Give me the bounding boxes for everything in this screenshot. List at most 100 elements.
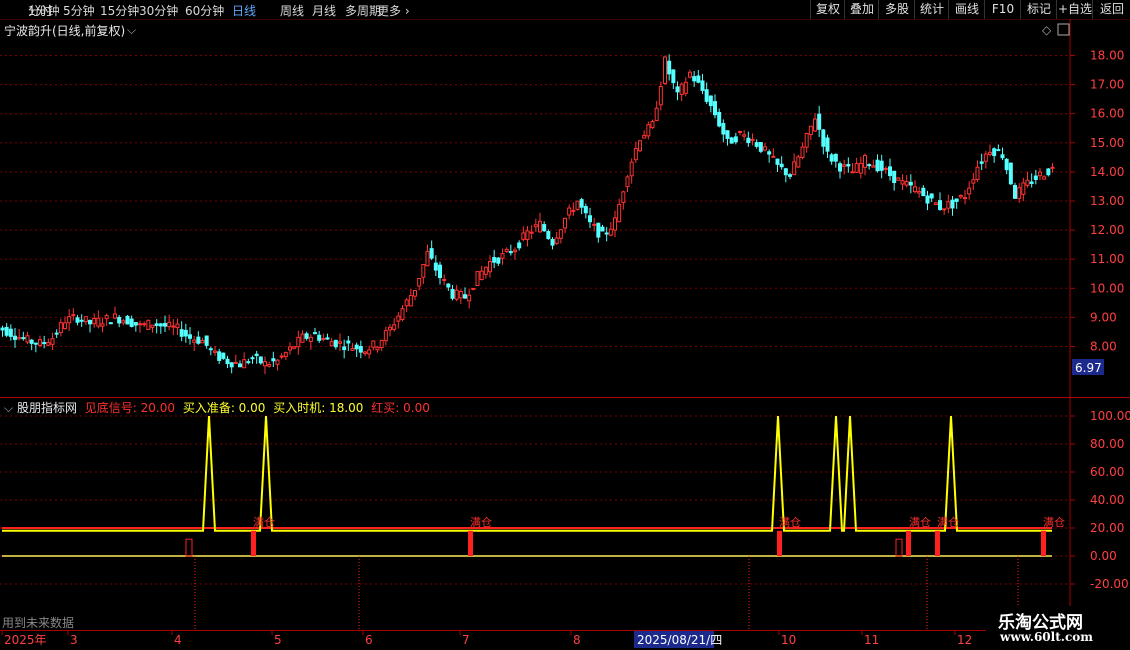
toolbar-button-6[interactable]: 标记 — [1020, 0, 1057, 19]
candle — [1013, 182, 1017, 199]
candle — [54, 329, 59, 339]
kline-chart-panel[interactable]: 宁波韵升(日线,前复权) 18.00 17.00 16.00 15.00 14.00 13… — [0, 19, 1130, 397]
candle — [375, 345, 380, 353]
maximize-icon — [1057, 23, 1070, 36]
candle — [367, 345, 372, 359]
candle — [88, 319, 92, 333]
indicator-panel[interactable]: ⌵ 股朋指标网 见底信号: 20.00 买入准备: 0.00 买入时机: 18.… — [0, 397, 1130, 630]
candle — [908, 174, 913, 194]
candle — [854, 157, 859, 173]
toolbar-button-7[interactable]: +自选 — [1056, 0, 1093, 19]
candle — [283, 351, 288, 361]
timeframe-5[interactable]: 60分钟 — [185, 2, 224, 19]
candle — [658, 81, 663, 111]
candle — [246, 358, 251, 365]
red-buy-bar — [468, 530, 473, 556]
candle — [971, 173, 976, 190]
candle — [321, 333, 326, 342]
candle — [925, 190, 930, 211]
candle — [963, 189, 967, 205]
candle — [742, 130, 747, 141]
candle — [433, 255, 438, 277]
candle — [33, 342, 38, 353]
candle — [563, 217, 567, 234]
candle — [517, 240, 522, 251]
candle — [467, 288, 472, 309]
buy-timing-line — [2, 415, 1052, 532]
candle — [58, 318, 63, 337]
price-tick-label: 10.00 — [1090, 281, 1124, 295]
price-tick-label: 18.00 — [1090, 49, 1124, 63]
price-tick-label: 14.00 — [1090, 165, 1124, 179]
candle — [821, 129, 826, 155]
candle — [292, 345, 297, 350]
candle — [267, 361, 272, 368]
timeframe-1[interactable]: 1分钟 — [28, 2, 60, 19]
candle — [25, 331, 30, 345]
timeframe-2[interactable]: 5分钟 — [63, 2, 95, 19]
candle — [113, 306, 117, 320]
timeframe-3[interactable]: 15分钟 — [100, 2, 139, 19]
timeframe-7[interactable]: 周线 — [280, 2, 304, 19]
full-position-label: 满仓 — [909, 515, 931, 529]
candle — [175, 318, 180, 335]
toolbar-button-0[interactable]: 复权 — [810, 0, 845, 19]
candle — [296, 330, 301, 355]
candle — [258, 356, 263, 365]
price-tick-label: 15.00 — [1090, 136, 1124, 150]
candle — [867, 163, 872, 170]
candle — [633, 141, 638, 163]
candle — [479, 265, 484, 281]
timeframe-8[interactable]: 月线 — [312, 2, 336, 19]
candle — [92, 313, 97, 328]
candle — [713, 94, 717, 119]
candle — [750, 133, 755, 146]
date-tick-label: 7 — [462, 633, 470, 647]
candle — [654, 101, 659, 122]
candle — [538, 212, 542, 233]
candle — [667, 54, 672, 81]
timeframe-10[interactable]: 更多 › — [377, 2, 410, 19]
candle — [133, 321, 138, 332]
date-tick-label: 12 — [957, 633, 972, 647]
candle — [325, 333, 330, 340]
candle — [50, 332, 55, 350]
toolbar-button-1[interactable]: 叠加 — [844, 0, 879, 19]
candle — [588, 207, 592, 229]
candle — [38, 335, 42, 348]
candle — [717, 108, 722, 128]
toolbar-button-4[interactable]: 画线 — [948, 0, 985, 19]
candle — [392, 317, 397, 332]
candle — [254, 350, 259, 364]
full-position-label: 满仓 — [253, 515, 275, 529]
timeframe-9[interactable]: 多周期 — [345, 2, 381, 19]
toolbar-button-8[interactable]: 返回 — [1092, 0, 1130, 19]
candle — [471, 287, 476, 291]
candle — [642, 130, 647, 139]
timeframe-4[interactable]: 30分钟 — [139, 2, 178, 19]
date-tick-label: 4 — [174, 633, 182, 647]
candle — [758, 142, 763, 154]
candle — [142, 321, 147, 328]
date-axis: 2025年 3 4 5 6 7 8 10 11 12 2025/08/21/四 — [0, 630, 1130, 650]
candle — [942, 208, 947, 215]
candle — [592, 218, 597, 232]
candle — [308, 334, 313, 350]
candle — [179, 321, 184, 342]
toolbar-button-3[interactable]: 统计 — [914, 0, 949, 19]
candle — [933, 201, 938, 206]
diamond-icon: ◇ — [1042, 23, 1052, 37]
candle — [946, 194, 951, 214]
candle — [117, 315, 122, 328]
candle — [279, 353, 284, 360]
price-tick-label: 13.00 — [1090, 194, 1124, 208]
candle — [196, 331, 201, 345]
timeframe-6[interactable]: 日线 — [232, 2, 256, 19]
future-data-note: 用到未来数据 — [2, 616, 75, 630]
candle — [546, 229, 551, 240]
date-tick-label: 3 — [70, 633, 78, 647]
candle — [146, 319, 151, 331]
toolbar-button-5[interactable]: F10 — [984, 0, 1021, 19]
toolbar-button-2[interactable]: 多股 — [878, 0, 915, 19]
candle — [17, 329, 22, 341]
